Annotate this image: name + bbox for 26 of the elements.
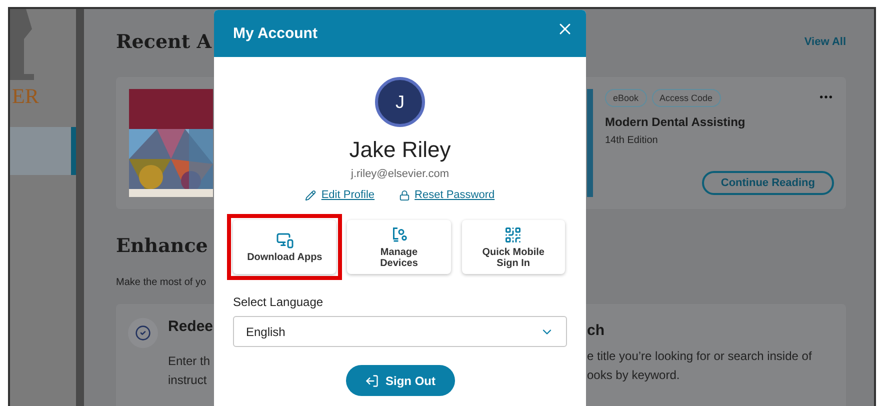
feature-title: Redee [168, 318, 214, 335]
option-tile[interactable]: Download Apps [233, 220, 336, 274]
book-edition: 14th Edition [605, 135, 659, 146]
user-email: j.riley@elsevier.com [351, 168, 449, 180]
section-subtitle: Make the most of yo [116, 277, 208, 288]
feature-title: ch [587, 322, 606, 339]
section-heading: Enhance [116, 235, 208, 257]
book-title: Modern Dental Assisting [605, 115, 746, 129]
feature-text: Enter th [168, 353, 212, 370]
sign-out-button[interactable]: Sign Out [346, 365, 454, 396]
tag: eBook [605, 89, 647, 107]
option-tile[interactable]: Quick Mobile Sign In [462, 220, 565, 274]
user-name: Jake Riley [349, 137, 451, 163]
profile-link[interactable]: Edit Profile [305, 189, 375, 201]
tag: Access Code [652, 89, 721, 107]
dialog-title: My Account [233, 25, 318, 42]
feature-text: ooks by keyword. [587, 367, 681, 384]
logo-text: ER [11, 84, 40, 109]
profile-link[interactable]: Reset Password [398, 189, 495, 201]
feature-text: instruct [168, 372, 208, 389]
feature-text: e title you’re looking for or search inside of [587, 348, 813, 365]
avatar: J [375, 77, 425, 127]
option-tile[interactable]: Manage Devices [347, 220, 451, 274]
language-select[interactable]: English [233, 316, 567, 347]
language-label: Select Language [233, 295, 324, 309]
section-heading: Recent A [116, 31, 212, 53]
